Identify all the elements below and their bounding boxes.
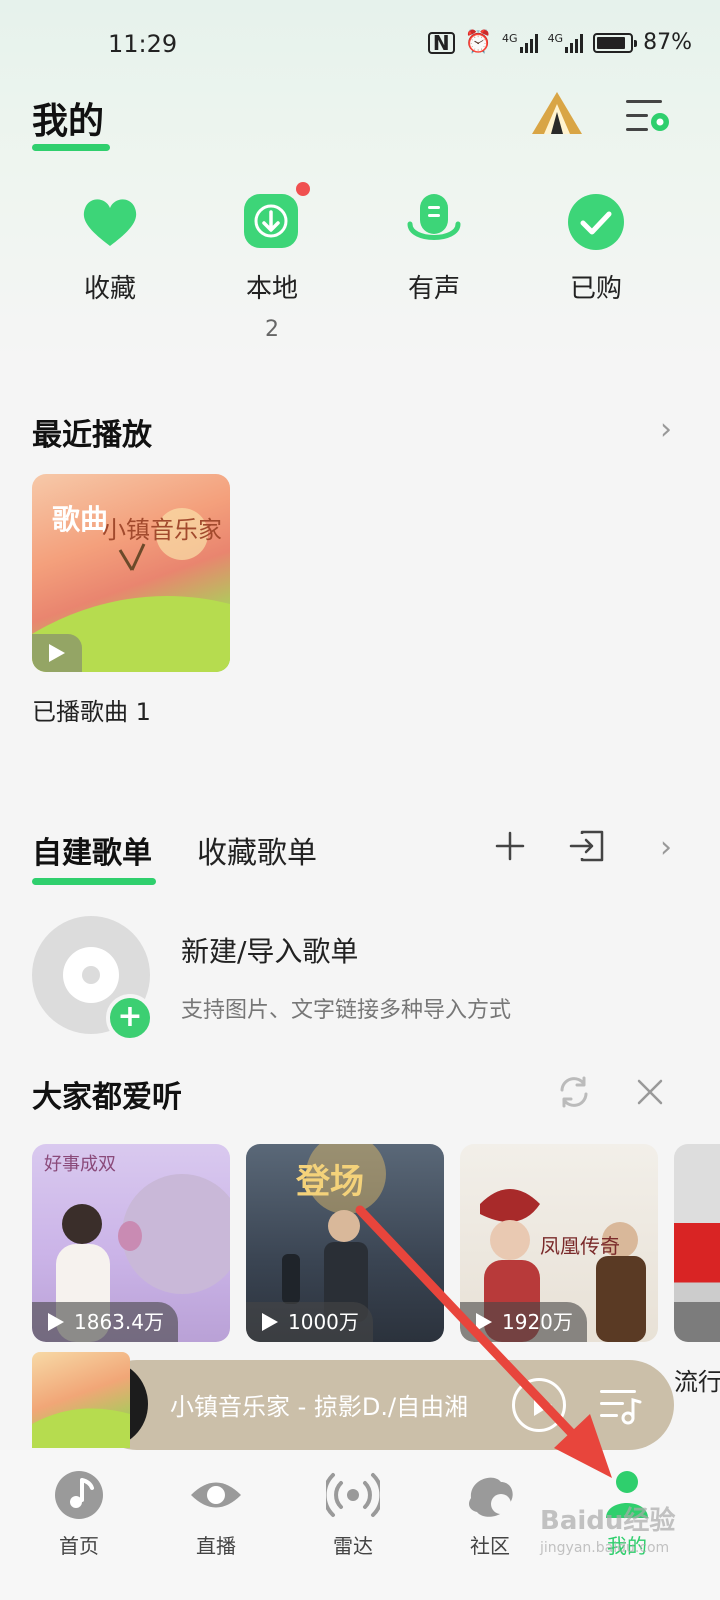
- close-icon[interactable]: [634, 1076, 666, 1108]
- notification-dot: [296, 182, 310, 196]
- nfc-icon: N: [427, 31, 455, 54]
- battery-level: 87%: [643, 30, 692, 55]
- recent-more-chevron-icon[interactable]: ›: [660, 412, 672, 447]
- tab-self-built-playlists[interactable]: 自建歌单: [32, 828, 152, 872]
- popular-card-partial[interactable]: [674, 1144, 720, 1342]
- check-icon: [564, 190, 628, 254]
- tab-home[interactable]: 首页: [24, 1468, 134, 1559]
- title-underline: [32, 144, 110, 151]
- recent-card-cover[interactable]: 歌曲 小镇音乐家: [32, 474, 230, 672]
- player-cover[interactable]: [32, 1352, 130, 1448]
- tab-radar[interactable]: 雷达: [298, 1468, 408, 1559]
- download-icon: [240, 182, 310, 254]
- quick-audio[interactable]: 有声: [374, 190, 494, 305]
- popular-card[interactable]: 登场 1000万: [246, 1144, 444, 1342]
- page-title: 我的: [32, 101, 105, 142]
- quick-label: 已购: [569, 274, 622, 304]
- signal-icon: 4G: [502, 33, 538, 53]
- microphone-icon: [402, 190, 466, 254]
- quick-favorites[interactable]: 收藏: [50, 190, 170, 305]
- player-play-button[interactable]: [512, 1378, 566, 1432]
- tab-underline: [32, 878, 156, 885]
- vip-tent-icon[interactable]: [530, 90, 584, 138]
- now-playing-title[interactable]: 小镇音乐家 - 掠影D./自由湘: [170, 1387, 480, 1422]
- popular-title: 大家都爱听: [32, 1080, 182, 1115]
- tab-community[interactable]: 社区: [435, 1468, 545, 1559]
- status-icons: N ⏰ 4G 4G 87%: [427, 30, 692, 55]
- settings-menu-icon[interactable]: [624, 96, 672, 136]
- status-time: 11:29: [108, 30, 178, 58]
- recent-card-cover-title: 小镇音乐家: [102, 516, 222, 544]
- playlists-more-chevron-icon[interactable]: ›: [660, 830, 672, 865]
- refresh-icon[interactable]: [556, 1074, 592, 1110]
- popular-card-cover-title: 好事成双: [44, 1154, 116, 1175]
- add-circle-icon[interactable]: +: [106, 994, 154, 1042]
- recent-title: 最近播放: [32, 418, 152, 453]
- tab-label: 雷达: [333, 1534, 373, 1558]
- recent-card-label: 已播歌曲 1: [32, 698, 151, 726]
- import-playlist-icon[interactable]: [568, 828, 606, 864]
- popular-card[interactable]: 凤凰传奇 1920万: [460, 1144, 658, 1342]
- new-playlist-title[interactable]: 新建/导入歌单: [181, 930, 358, 970]
- battery-icon: [593, 32, 638, 53]
- tab-label: 直播: [196, 1534, 236, 1558]
- local-count: 2: [265, 317, 279, 342]
- community-icon: [463, 1468, 517, 1522]
- popular-card-plays: 1863.4万: [32, 1302, 178, 1342]
- tab-label: 首页: [59, 1534, 99, 1558]
- quick-local[interactable]: 本地 2: [212, 182, 332, 342]
- popular-card-cover-title: 登场: [296, 1162, 364, 1202]
- popular-card[interactable]: 好事成双 1863.4万: [32, 1144, 230, 1342]
- tab-collected-playlists[interactable]: 收藏歌单: [197, 828, 317, 872]
- quick-label: 收藏: [83, 274, 136, 304]
- recent-card-tag: 歌曲: [52, 503, 109, 536]
- playlist-queue-icon[interactable]: [598, 1384, 642, 1428]
- tab-live[interactable]: 直播: [161, 1468, 271, 1559]
- heart-icon: [78, 190, 142, 254]
- add-playlist-plus-icon[interactable]: [494, 830, 526, 862]
- play-icon[interactable]: [32, 634, 82, 672]
- popular-card-cover-title: 凤凰传奇: [540, 1234, 620, 1258]
- quick-label: 有声: [407, 274, 460, 304]
- popular-card-plays: 1000万: [246, 1302, 373, 1342]
- alarm-icon: ⏰: [464, 30, 493, 55]
- watermark-logo: Baidu经验: [540, 1506, 676, 1536]
- quick-label: 本地: [245, 274, 298, 304]
- popular-partial-label: 流行: [674, 1368, 720, 1396]
- eye-icon: [189, 1468, 243, 1522]
- signal-icon-2: 4G: [548, 33, 584, 53]
- music-note-icon: [52, 1468, 106, 1522]
- watermark-url: jingyan.baidu.com: [540, 1540, 670, 1556]
- quick-purchased[interactable]: 已购: [536, 190, 656, 305]
- tab-label: 社区: [470, 1534, 510, 1558]
- popular-card-plays: 1920万: [460, 1302, 587, 1342]
- radar-icon: [322, 1468, 384, 1522]
- new-playlist-subtitle: 支持图片、文字链接多种导入方式: [181, 998, 512, 1023]
